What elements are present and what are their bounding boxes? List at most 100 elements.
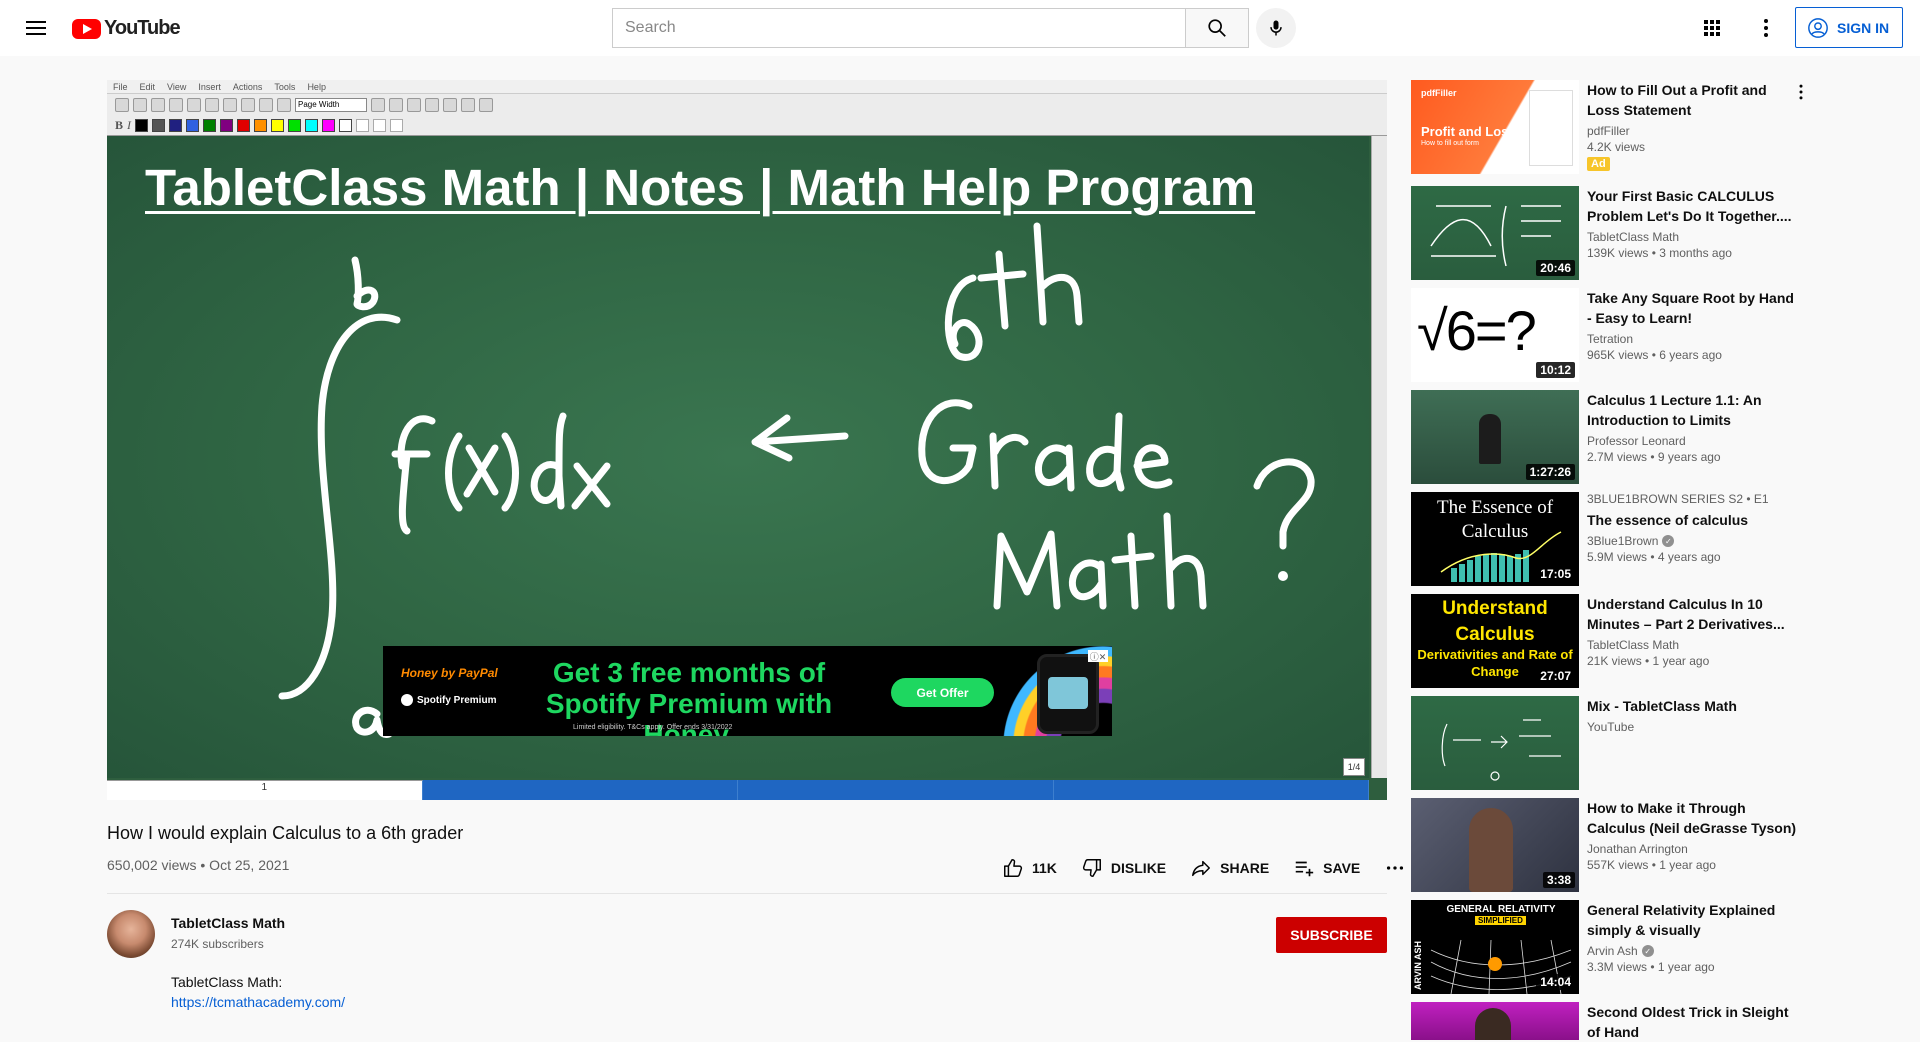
undo-icon [259, 98, 273, 112]
video-title[interactable]: General Relativity Explained simply & vi… [1587, 900, 1797, 940]
youtube-logo[interactable]: YouTube [72, 17, 181, 40]
video-title[interactable]: Mix - TabletClass Math [1587, 696, 1797, 716]
save-disk-icon [151, 98, 165, 112]
page-tab [422, 780, 738, 800]
video-meta: Calculus 1 Lecture 1.1: An Introduction … [1587, 390, 1797, 464]
view-stats: 21K views • 1 year ago [1587, 654, 1710, 668]
video-title[interactable]: How to Fill Out a Profit and Loss Statem… [1587, 80, 1797, 120]
channel-avatar[interactable] [107, 910, 155, 958]
italic-icon: I [127, 117, 132, 132]
video-title[interactable]: How to Make it Through Calculus (Neil de… [1587, 798, 1797, 838]
color-swatch-purple [220, 118, 234, 132]
print-icon [169, 98, 183, 112]
video-thumbnail[interactable]: 20:46 [1411, 186, 1579, 280]
video-title[interactable]: Second Oldest Trick in Sleight of Hand [1587, 1002, 1797, 1042]
video-thumbnail[interactable]: pdfFiller Profit and Loss How to fill ou… [1411, 80, 1579, 174]
sign-in-button[interactable]: SIGN IN [1795, 7, 1903, 48]
fullscreen-icon [479, 98, 493, 112]
video-thumbnail[interactable] [1411, 1002, 1579, 1040]
video-thumbnail[interactable]: 1:27:26 [1411, 390, 1579, 484]
new-page-icon [115, 98, 129, 112]
eraser-icon [407, 98, 421, 112]
copy-icon [223, 98, 237, 112]
share-button[interactable]: SHARE [1178, 854, 1281, 882]
ad-badge: Ad [1587, 157, 1610, 171]
recommendation-item[interactable]: Understand Calculus Derivativities and R… [1411, 594, 1819, 688]
color-swatch-black [135, 118, 149, 132]
overlay-ad[interactable]: Honey by PayPal Spotify Premium Get 3 fr… [383, 646, 1112, 736]
video-duration: 27:07 [1536, 668, 1575, 684]
paste-icon [241, 98, 255, 112]
recommendation-item[interactable]: Second Oldest Trick in Sleight of Hand [1411, 1002, 1819, 1040]
recommendation-item[interactable]: 3:38 How to Make it Through Calculus (Ne… [1411, 798, 1819, 892]
apps-icon[interactable] [1700, 16, 1724, 40]
search-input[interactable] [612, 8, 1185, 48]
video-duration: 3:38 [1542, 872, 1575, 888]
page-tab-1: 1 [107, 780, 423, 800]
video-meta: Your First Basic CALCULUS Problem Let's … [1587, 186, 1797, 260]
video-thumbnail[interactable]: ARVIN ASH GENERAL RELATIVITY SIMPLIFIED … [1411, 900, 1579, 994]
dislike-button[interactable]: DISLIKE [1069, 854, 1178, 882]
menu-icon[interactable] [24, 16, 48, 40]
ad-fine-print: Limited eligibility. T&Cs apply. Offer e… [573, 724, 733, 731]
color-swatch-red [237, 118, 251, 132]
video-title[interactable]: The essence of calculus [1587, 510, 1797, 530]
save-label: SAVE [1323, 860, 1361, 876]
playlist-add-icon [1295, 861, 1314, 877]
voice-search-button[interactable] [1256, 8, 1296, 48]
page-strip: 1 [107, 780, 1369, 800]
video-title[interactable]: Understand Calculus In 10 Minutes – Part… [1587, 594, 1797, 634]
view-stats: 3.3M views • 1 year ago [1587, 960, 1715, 974]
app-toolbar: Page Width B I [107, 94, 1387, 136]
video-title[interactable]: Take Any Square Root by Hand - Easy to L… [1587, 288, 1797, 328]
more-options-icon[interactable] [1791, 82, 1811, 102]
app-menu-insert: Insert [198, 81, 221, 92]
subscribe-button[interactable]: SUBSCRIBE [1276, 917, 1387, 953]
share-icon [1192, 860, 1211, 877]
channel-name: Tetration [1587, 332, 1797, 346]
video-thumbnail[interactable]: √6=? 10:12 [1411, 288, 1579, 382]
video-title[interactable]: Calculus 1 Lecture 1.1: An Introduction … [1587, 390, 1797, 430]
ad-cta-button[interactable]: Get Offer [891, 678, 994, 707]
description-link[interactable]: https://tcmathacademy.com/ [171, 994, 345, 1010]
video-thumbnail[interactable] [1411, 696, 1579, 790]
ad-close-icon[interactable]: ⓘ✕ [1088, 650, 1108, 662]
recommendation-item[interactable]: 20:46 Your First Basic CALCULUS Problem … [1411, 186, 1819, 280]
video-thumbnail[interactable]: The Essence of Calculus 17:05 [1411, 492, 1579, 586]
channel-name-label: TabletClass Math [1587, 638, 1680, 652]
vertical-scrollbar[interactable] [1371, 136, 1387, 778]
channel-name: Arvin Ash ✓ [1587, 944, 1797, 958]
search-button[interactable] [1185, 8, 1249, 48]
ad-phone-graphic [1037, 654, 1099, 734]
thumbs-down-icon [1082, 859, 1101, 877]
color-swatch-lime [288, 118, 302, 132]
recommendation-item[interactable]: √6=? 10:12 Take Any Square Root by Hand … [1411, 288, 1819, 382]
recommendation-item[interactable]: Mix - TabletClass Math YouTube [1411, 696, 1819, 790]
ad-brand-spotify-label: Spotify Premium [417, 694, 497, 706]
share-label: SHARE [1220, 860, 1270, 876]
recommendation-item[interactable]: 1:27:26 Calculus 1 Lecture 1.1: An Intro… [1411, 390, 1819, 484]
view-stats: 2.7M views • 9 years ago [1587, 450, 1721, 464]
like-button[interactable]: 11K [990, 854, 1069, 882]
recommendation-item[interactable]: ARVIN ASH GENERAL RELATIVITY SIMPLIFIED … [1411, 900, 1819, 994]
video-meta: How to Make it Through Calculus (Neil de… [1587, 798, 1797, 872]
thumb-text: √6=? [1417, 299, 1537, 362]
color-swatch-gray [152, 118, 166, 132]
recommendation-item[interactable]: The Essence of Calculus 17:05 3BLUE1BROW… [1411, 492, 1819, 586]
video-title[interactable]: Your First Basic CALCULUS Problem Let's … [1587, 186, 1797, 226]
save-button[interactable]: SAVE [1281, 854, 1372, 882]
recommendation-item[interactable]: pdfFiller Profit and Loss How to fill ou… [1411, 80, 1819, 174]
color-swatch-green [203, 118, 217, 132]
verified-icon: ✓ [1641, 945, 1654, 957]
masthead: YouTube SIGN IN [0, 0, 1920, 56]
video-duration: 14:04 [1536, 974, 1575, 990]
app-menu-view: View [167, 81, 187, 92]
app-menu-help: Help [307, 81, 326, 92]
channel-name-label: Professor Leonard [1587, 434, 1686, 448]
lasso-icon [425, 98, 439, 112]
video-player[interactable]: File Edit View Insert Actions Tools Help… [107, 80, 1387, 800]
video-thumbnail[interactable]: Understand Calculus Derivativities and R… [1411, 594, 1579, 688]
video-thumbnail[interactable]: 3:38 [1411, 798, 1579, 892]
settings-more-icon[interactable] [1754, 16, 1778, 40]
channel-name[interactable]: TabletClass Math [171, 915, 285, 931]
